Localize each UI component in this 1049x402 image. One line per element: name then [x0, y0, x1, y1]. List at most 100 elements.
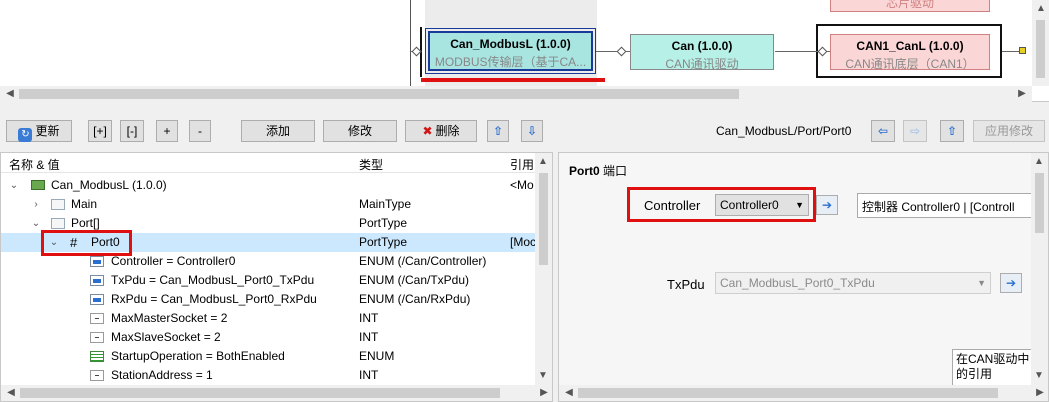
arrow-right-icon: ⇨ — [909, 124, 921, 138]
move-down-button[interactable]: ⇩ — [521, 120, 543, 142]
tree-row-name: RxPdu = Can_ModbusL_Port0_RxPdu — [111, 292, 317, 306]
tree-row-type: INT — [359, 330, 379, 344]
note-line: 在CAN驱动中 — [956, 352, 1030, 366]
tree-row[interactable]: StartupOperation = BothEnabled ENUM — [1, 347, 537, 366]
scroll-down-icon[interactable]: ▼ — [536, 369, 550, 383]
scroll-thumb[interactable] — [20, 388, 500, 398]
folder-icon — [51, 218, 65, 229]
diagram-node-can-modbusl[interactable]: Can_ModbusL (1.0.0) MODBUS传输层（基于CA... — [425, 28, 596, 74]
scroll-right-icon[interactable]: ▶ — [1033, 386, 1047, 400]
tree-row-ref: <Mo — [510, 178, 534, 192]
node-title: CAN1_CanL (1.0.0) — [856, 39, 964, 53]
add-button[interactable]: 添加 — [241, 120, 315, 142]
module-diagram: 芯片驱动 Can_ModbusL (1.0.0) MODBUS传输层（基于CA.… — [0, 0, 1049, 102]
edit-button[interactable]: 修改 — [323, 120, 397, 142]
tree-header: 名称 & 值 类型 引用 — [1, 153, 537, 173]
txpdu-select-value: Can_ModbusL_Port0_TxPdu — [720, 276, 875, 290]
node-subtitle: CAN通讯底层（CAN1） — [845, 57, 975, 71]
decrement-button[interactable]: - — [189, 120, 211, 142]
scroll-right-icon[interactable]: ▶ — [1015, 87, 1029, 101]
tree-row[interactable]: RxPdu = Can_ModbusL_Port0_RxPdu ENUM (/C… — [1, 290, 537, 309]
panel-title-name: Port0 — [569, 164, 600, 178]
refresh-button[interactable]: ↻ 更新 — [6, 120, 72, 142]
tree-horizontal-scrollbar[interactable]: ◀ ▶ — [1, 385, 552, 401]
tree-row-type: PortType — [359, 235, 408, 249]
nav-forward-button[interactable]: ⇨ — [903, 120, 927, 142]
node-title: Can_ModbusL (1.0.0) — [450, 37, 571, 51]
highlight-box — [627, 187, 816, 222]
integer-icon — [90, 313, 104, 324]
diagram-node-can[interactable]: Can (1.0.0) CAN通讯驱动 — [630, 34, 774, 71]
column-header-name[interactable]: 名称 & 值 — [9, 156, 60, 173]
delete-icon: ✖ — [422, 124, 433, 138]
node-subtitle: CAN通讯驱动 — [665, 57, 739, 71]
highlight-underline — [421, 78, 605, 82]
note-line: 的引用 — [956, 367, 993, 381]
tree-row[interactable]: ⌄ Can_ModbusL (1.0.0) <Mo — [1, 176, 537, 195]
note-box: 在CAN驱动中 的引用 — [952, 349, 1036, 389]
diagram-horizontal-scrollbar[interactable]: ◀ ▶ — [0, 86, 1032, 102]
integer-icon — [90, 370, 104, 381]
delete-button[interactable]: ✖ 删除 — [405, 120, 477, 142]
apply-changes-button[interactable]: 应用修改 — [973, 120, 1045, 142]
diagram-node-can1-canl[interactable]: CAN1_CanL (1.0.0) CAN通讯底层（CAN1） — [830, 34, 990, 71]
expand-all-button[interactable]: [+] — [88, 120, 112, 142]
scroll-up-icon[interactable]: ▲ — [1034, 2, 1048, 16]
txpdu-select[interactable]: Can_ModbusL_Port0_TxPdu ▼ — [715, 272, 991, 294]
column-header-type[interactable]: 类型 — [359, 156, 383, 173]
tree-row[interactable]: TxPdu = Can_ModbusL_Port0_TxPdu ENUM (/C… — [1, 271, 537, 290]
scroll-thumb[interactable] — [1035, 173, 1044, 233]
tree-row-name: StartupOperation = BothEnabled — [111, 349, 285, 363]
chevron-right-icon[interactable]: › — [30, 195, 42, 214]
scroll-down-icon[interactable]: ▼ — [1032, 369, 1046, 383]
toolbar: ↻ 更新 [+] [-] + - 添加 修改 ✖ 删除 ⇧ ⇩ Can_Modbus… — [0, 110, 1049, 150]
move-up-button[interactable]: ⇧ — [487, 120, 509, 142]
scroll-up-icon[interactable]: ▲ — [536, 155, 550, 169]
diagram-vertical-scrollbar[interactable]: ▲ — [1032, 0, 1049, 86]
tree-row-type: MainType — [359, 197, 412, 211]
scroll-thumb[interactable] — [539, 173, 548, 265]
scroll-left-icon[interactable]: ◀ — [4, 386, 18, 400]
folder-icon — [51, 199, 65, 210]
chevron-down-icon: ▼ — [977, 278, 986, 288]
scroll-left-icon[interactable]: ◀ — [3, 87, 17, 101]
goto-controller-button[interactable]: ➔ — [816, 195, 838, 215]
diagram-node-top[interactable]: 芯片驱动 — [830, 0, 990, 12]
tree-row-ref: [Moc — [510, 235, 537, 249]
props-vertical-scrollbar[interactable]: ▲ ▼ — [1031, 153, 1048, 385]
tree-vertical-scrollbar[interactable]: ▲ ▼ — [535, 153, 552, 385]
collapse-all-button[interactable]: [-] — [120, 120, 144, 142]
integer-icon — [90, 332, 104, 343]
connector-diamond — [616, 46, 627, 57]
panel-title-cn: 端口 — [603, 164, 628, 178]
tree-row[interactable]: StationAddress = 1 INT — [1, 366, 537, 385]
tree-row[interactable]: MaxSlaveSocket = 2 INT — [1, 328, 537, 347]
scroll-thumb[interactable] — [19, 89, 739, 99]
goto-txpdu-button[interactable]: ➔ — [1000, 273, 1022, 293]
delete-label: 删除 — [435, 124, 460, 138]
panel-title: Port0 端口 — [569, 162, 627, 179]
connector-line — [1002, 51, 1020, 52]
increment-button[interactable]: + — [156, 120, 178, 142]
arrow-down-icon: ⇩ — [526, 124, 538, 138]
scroll-right-icon[interactable]: ▶ — [537, 386, 551, 400]
props-horizontal-scrollbar[interactable]: ◀ ▶ — [559, 385, 1048, 401]
scroll-thumb[interactable] — [1036, 20, 1045, 78]
node-subtitle: MODBUS传输层（基于CA... — [434, 55, 587, 69]
chevron-down-icon[interactable]: ⌄ — [8, 176, 20, 195]
nav-up-button[interactable]: ⇧ — [940, 120, 964, 142]
tree-row-type: ENUM (/Can/RxPdu) — [359, 292, 471, 306]
tree-row[interactable]: › Main MainType — [1, 195, 537, 214]
tree-row[interactable]: MaxMasterSocket = 2 INT — [1, 309, 537, 328]
scroll-up-icon[interactable]: ▲ — [1032, 155, 1046, 169]
nav-back-button[interactable]: ⇦ — [871, 120, 895, 142]
module-icon — [31, 180, 45, 190]
refresh-label: 更新 — [35, 124, 60, 138]
column-header-ref[interactable]: 引用 — [510, 156, 534, 173]
config-tree: 名称 & 值 类型 引用 ⌄ Can_ModbusL (1.0.0) <Mo ›… — [0, 152, 553, 402]
diagram-divider — [410, 0, 411, 86]
scroll-thumb[interactable] — [578, 388, 998, 398]
arrow-left-icon: ⇦ — [877, 124, 889, 138]
tree-row-type: ENUM — [359, 349, 395, 363]
scroll-left-icon[interactable]: ◀ — [562, 386, 576, 400]
